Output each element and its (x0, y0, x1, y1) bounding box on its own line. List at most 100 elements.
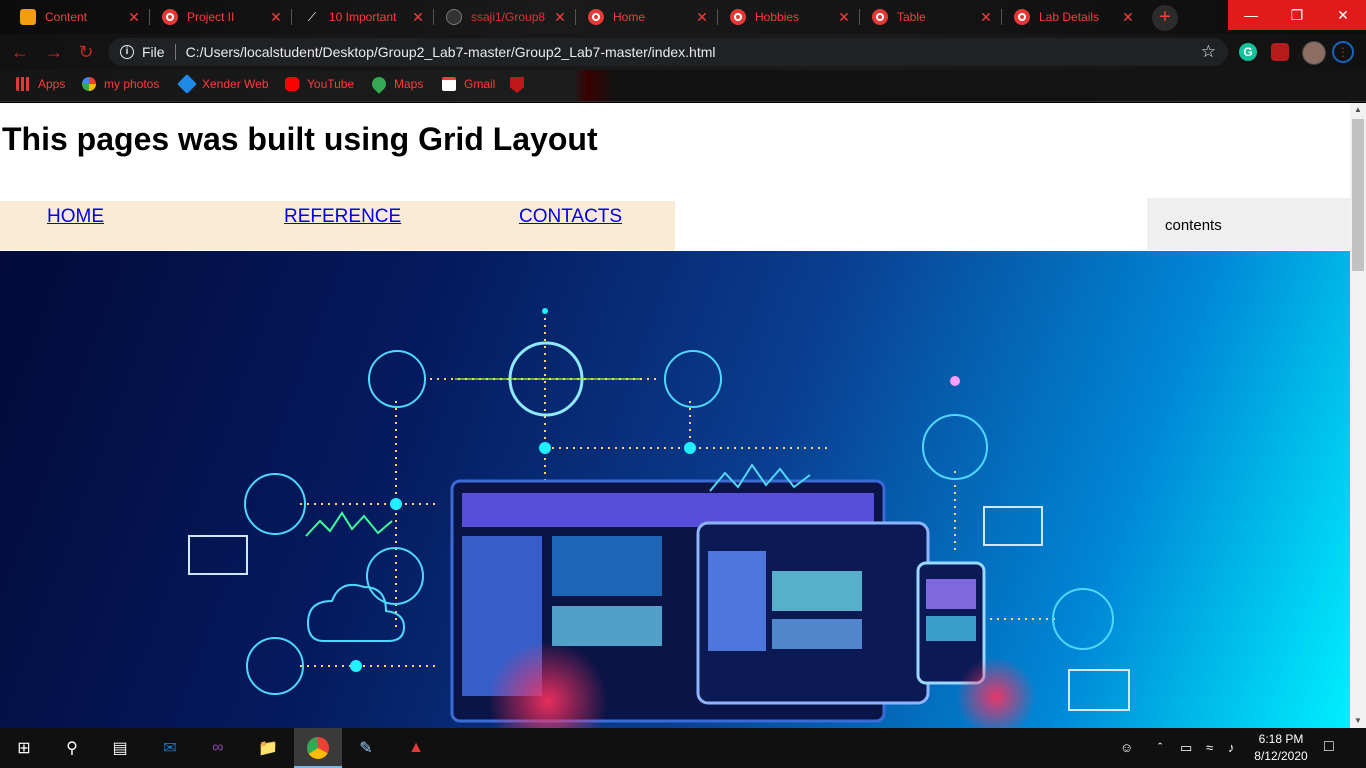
close-icon[interactable]: ✕ (1118, 9, 1138, 26)
task-view-icon[interactable]: ▤ (108, 736, 132, 760)
extension-puzzle-icon[interactable] (1271, 43, 1289, 61)
clock-date: 8/12/2020 (1254, 749, 1308, 763)
tab-github[interactable]: ssaji1/Group8 ✕ (434, 0, 576, 34)
mcafee-shield-icon[interactable] (510, 77, 524, 93)
aside-contents: contents (1147, 198, 1350, 250)
close-window-button[interactable]: ✕ (1320, 0, 1366, 30)
tab-label: 10 Important (329, 10, 397, 24)
close-icon[interactable]: ✕ (976, 9, 996, 26)
browser-toolbar: ← → ↻ i File C:/Users/localstudent/Deskt… (0, 34, 1366, 70)
windows-taskbar: ⊞ ⚲ ▤ ✉ ∞ 📁 ✎ ▲ ☺ ˆ ▭ ≈ ♪ 6:18 PM 8/12/2… (0, 728, 1366, 768)
tab-project-ii[interactable]: Project II ✕ (150, 0, 292, 34)
back-arrow-icon[interactable]: ← (8, 40, 32, 64)
chrome-logo (307, 737, 329, 759)
close-icon[interactable]: ✕ (124, 9, 144, 26)
profile-avatar[interactable] (1302, 41, 1326, 65)
bookmark-apps[interactable]: Apps (16, 77, 65, 91)
youtube-icon (285, 77, 299, 91)
chevron-up-icon[interactable]: ˆ (1158, 740, 1162, 755)
visual-studio-icon[interactable]: ∞ (206, 736, 230, 760)
outlook-icon[interactable]: ✉ (158, 736, 182, 760)
windows-start-icon[interactable]: ⊞ (12, 736, 36, 760)
file-explorer-icon[interactable]: 📁 (256, 736, 280, 760)
bookmark-label: Xender Web (202, 77, 269, 91)
page-viewport: This pages was built using Grid Layout H… (0, 103, 1350, 728)
hero-illustration (188, 308, 1130, 728)
globe-icon (588, 9, 604, 25)
tab-table[interactable]: Table ✕ (860, 0, 1002, 34)
info-icon[interactable]: i (120, 45, 134, 59)
bookmark-label: my photos (104, 77, 160, 91)
globe-icon (1014, 9, 1030, 25)
battery-icon[interactable]: ▭ (1180, 740, 1192, 756)
note-icon (20, 9, 36, 25)
bookmark-xender-web[interactable]: Xender Web (177, 74, 269, 94)
search-icon[interactable]: ⚲ (60, 736, 84, 760)
bookmark-youtube[interactable]: YouTube (285, 77, 354, 91)
bookmark-gmail[interactable]: Gmail (442, 77, 495, 91)
tab-strip: Content ✕ Project II ✕ ⟋ 10 Important ✕ … (0, 0, 1366, 34)
scheme-label: File (142, 44, 165, 60)
page-nav: HOME REFERENCE CONTACTS (0, 201, 675, 250)
tab-label: Table (897, 10, 926, 24)
tab-label: Home (613, 10, 646, 24)
page-title: This pages was built using Grid Layout (2, 121, 598, 157)
wifi-icon[interactable]: ≈ (1206, 740, 1213, 755)
url-text[interactable]: C:/Users/localstudent/Desktop/Group2_Lab… (186, 44, 716, 60)
close-icon[interactable]: ✕ (834, 9, 854, 26)
tab-hobbies[interactable]: Hobbies ✕ (718, 0, 860, 34)
close-icon[interactable]: ✕ (550, 9, 570, 26)
tab-content[interactable]: Content ✕ (8, 0, 150, 34)
notepad-icon[interactable]: ✎ (354, 736, 378, 760)
tab-lab-details[interactable]: Lab Details ✕ (1002, 0, 1144, 34)
tab-10-important[interactable]: ⟋ 10 Important ✕ (292, 0, 434, 34)
minimize-button[interactable]: — (1228, 0, 1274, 30)
bookmark-my-photos[interactable]: my photos (82, 77, 159, 91)
bookmarks-bar: Apps my photos Xender Web YouTube Maps G… (0, 70, 1366, 102)
tab-label: ssaji1/Group8 (471, 10, 546, 24)
nav-link-home[interactable]: HOME (47, 206, 104, 228)
maps-icon (369, 74, 389, 94)
bookmark-label: YouTube (307, 77, 355, 91)
close-icon[interactable]: ✕ (408, 9, 428, 26)
reload-icon[interactable]: ↻ (74, 40, 98, 64)
close-icon[interactable]: ✕ (692, 9, 712, 26)
bookmark-maps[interactable]: Maps (369, 74, 424, 94)
clock-time: 6:18 PM (1258, 732, 1304, 746)
globe-icon (730, 9, 746, 25)
photos-icon (82, 77, 96, 91)
nav-link-contacts[interactable]: CONTACTS (519, 206, 622, 228)
address-bar[interactable]: i File C:/Users/localstudent/Desktop/Gro… (108, 38, 1228, 66)
nav-link-reference[interactable]: REFERENCE (284, 206, 401, 228)
menu-kebab-icon[interactable]: ⋮ (1332, 41, 1354, 63)
triangle-icon: ⟋ (307, 9, 317, 24)
page-scrollbar[interactable]: ▲ ▼ (1350, 103, 1366, 728)
tab-label: Content (45, 10, 88, 24)
globe-icon (872, 9, 888, 25)
scrollbar-thumb[interactable] (1352, 119, 1364, 271)
acrobat-icon[interactable]: ▲ (404, 736, 428, 760)
tab-label: Hobbies (755, 10, 800, 24)
grammarly-icon[interactable]: G (1239, 43, 1257, 61)
scroll-down-icon[interactable]: ▼ (1350, 714, 1366, 728)
system-clock[interactable]: 6:18 PM 8/12/2020 (1250, 731, 1312, 765)
tab-label: Lab Details (1039, 10, 1100, 24)
tab-home[interactable]: Home ✕ (576, 0, 718, 34)
chrome-icon[interactable] (306, 736, 330, 760)
close-icon[interactable]: ✕ (266, 9, 286, 26)
apps-icon (16, 77, 30, 91)
notifications-icon[interactable]: □ (1324, 738, 1334, 756)
scroll-up-icon[interactable]: ▲ (1350, 103, 1366, 117)
tab-label: Project II (187, 10, 235, 24)
divider (174, 44, 176, 60)
people-icon[interactable]: ☺ (1120, 740, 1133, 755)
xender-icon (177, 74, 197, 94)
bookmark-star-icon[interactable]: ☆ (1201, 42, 1216, 62)
hero-image (0, 251, 1350, 728)
bookmark-label: Gmail (464, 77, 496, 91)
restore-button[interactable]: ❐ (1274, 0, 1320, 30)
bookmark-label: Maps (394, 77, 424, 91)
new-tab-button[interactable]: + (1152, 5, 1178, 31)
volume-icon[interactable]: ♪ (1228, 740, 1235, 755)
forward-arrow-icon[interactable]: → (42, 40, 66, 64)
